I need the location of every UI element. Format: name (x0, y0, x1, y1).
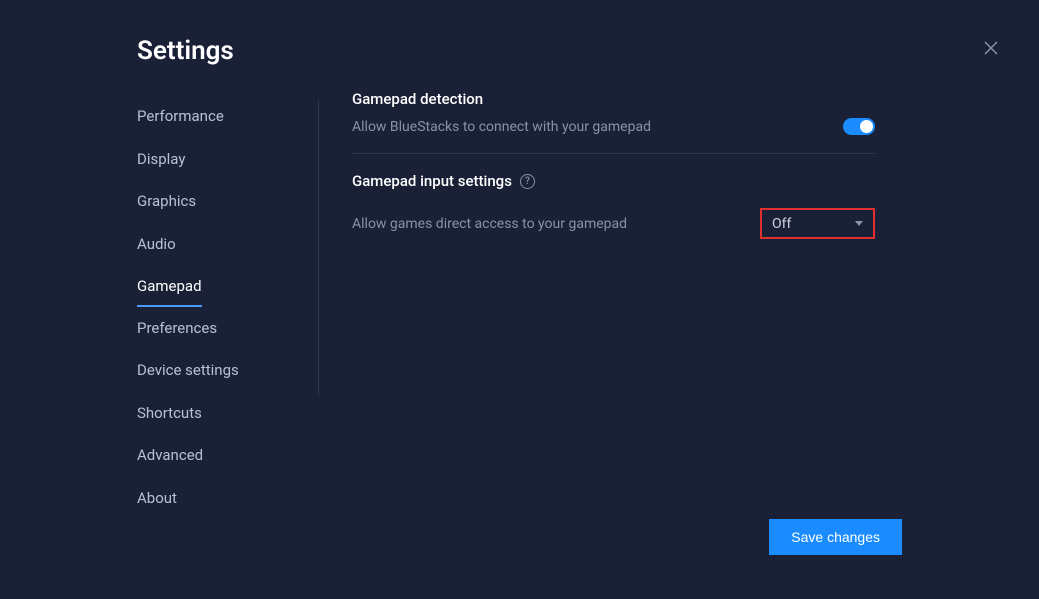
close-button[interactable] (981, 38, 1001, 58)
sidebar-item-display[interactable]: Display (137, 138, 185, 181)
sidebar: Performance Display Graphics Audio Gamep… (137, 95, 317, 519)
content-area: Gamepad detection Allow BlueStacks to co… (352, 90, 875, 239)
chevron-down-icon (855, 221, 863, 226)
help-icon[interactable]: ? (520, 174, 535, 189)
sidebar-item-performance[interactable]: Performance (137, 95, 224, 138)
sidebar-item-preferences[interactable]: Preferences (137, 307, 217, 350)
close-icon (984, 41, 998, 55)
sidebar-item-graphics[interactable]: Graphics (137, 180, 196, 223)
gamepad-input-subtitle: Allow games direct access to your gamepa… (352, 216, 627, 232)
save-button[interactable]: Save changes (769, 519, 902, 555)
gamepad-input-title: Gamepad input settings ? (352, 172, 875, 190)
gamepad-detection-toggle[interactable] (843, 118, 875, 135)
horizontal-divider (352, 153, 875, 154)
gamepad-detection-title: Gamepad detection (352, 90, 875, 108)
page-title: Settings (137, 36, 234, 66)
sidebar-item-gamepad[interactable]: Gamepad (137, 265, 202, 307)
sidebar-item-advanced[interactable]: Advanced (137, 434, 203, 477)
gamepad-detection-subtitle: Allow BlueStacks to connect with your ga… (352, 119, 651, 135)
sidebar-item-shortcuts[interactable]: Shortcuts (137, 392, 202, 435)
dropdown-value: Off (772, 216, 791, 232)
sidebar-item-about[interactable]: About (137, 477, 177, 520)
gamepad-input-title-text: Gamepad input settings (352, 172, 512, 190)
sidebar-item-audio[interactable]: Audio (137, 223, 176, 266)
sidebar-item-device-settings[interactable]: Device settings (137, 349, 239, 392)
vertical-divider (318, 100, 319, 395)
gamepad-access-dropdown[interactable]: Off (760, 208, 875, 239)
